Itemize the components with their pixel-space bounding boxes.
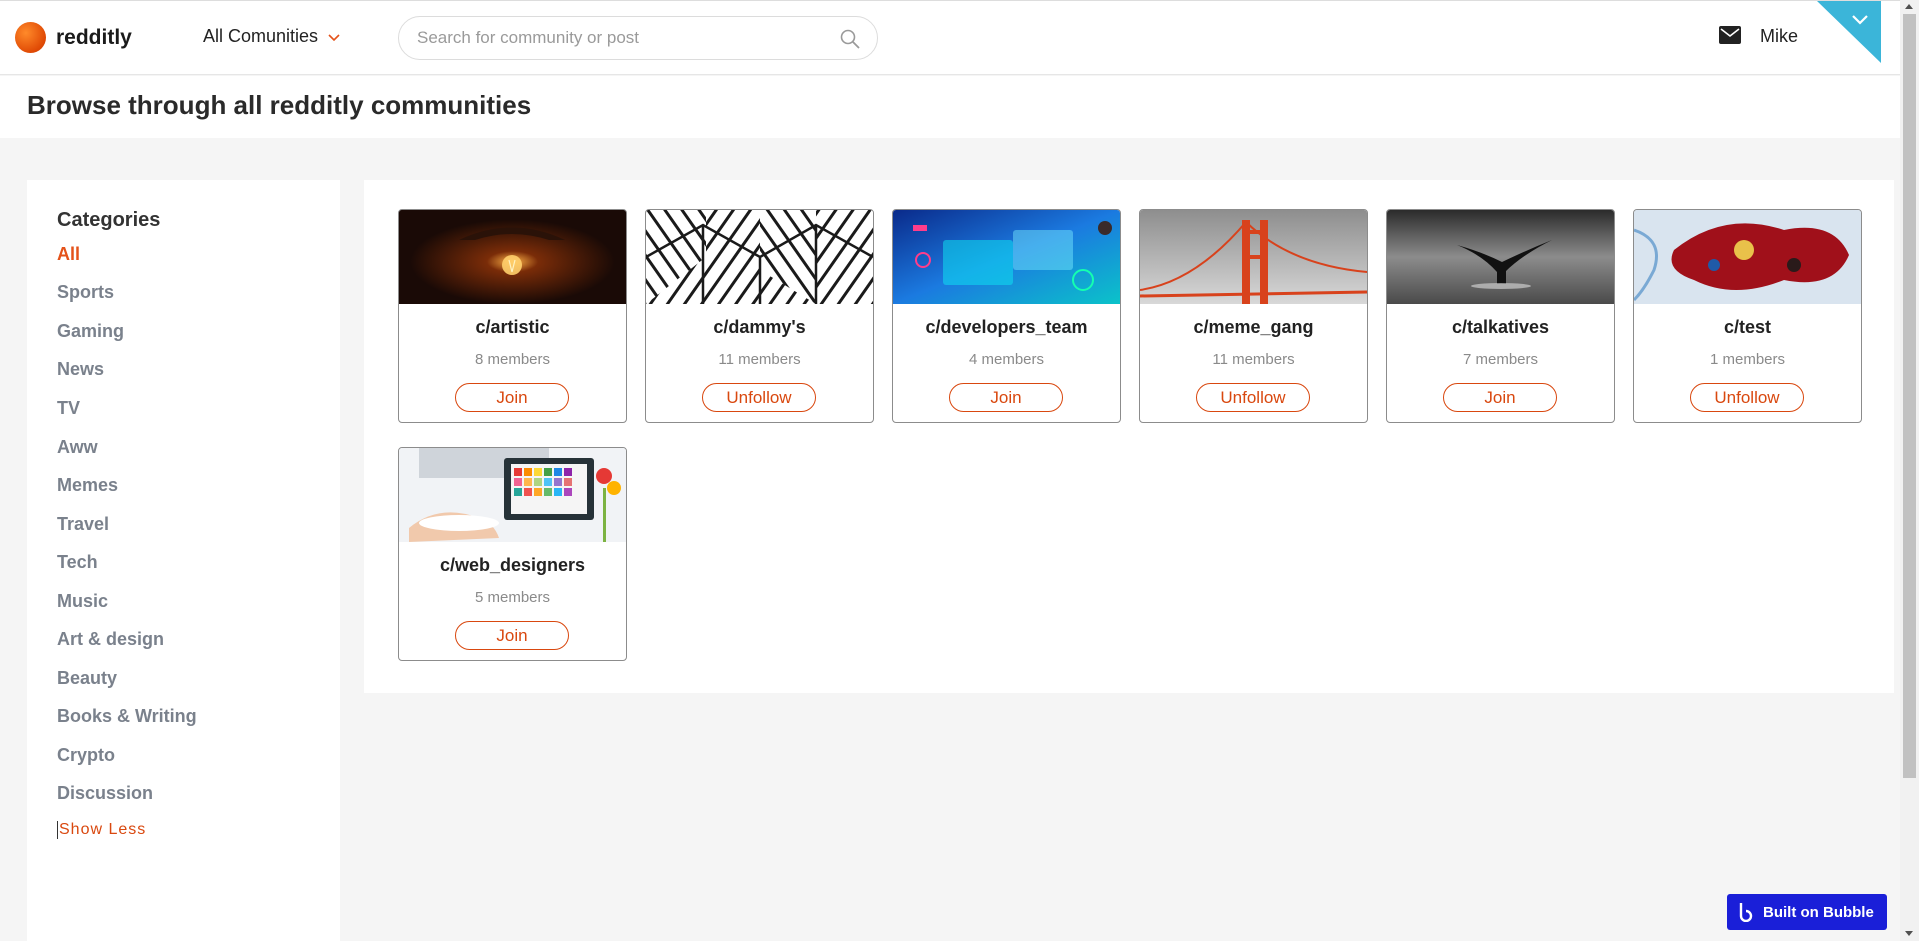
page-header: Browse through all redditly communities — [0, 76, 1900, 138]
bubble-logo-icon — [1739, 903, 1753, 922]
member-count: 4 members — [968, 351, 1045, 368]
category-music[interactable]: Music — [57, 591, 108, 612]
logo-icon — [15, 22, 46, 53]
communities-grid: c/artistic 8 members Join c/dammy's 11 m… — [364, 180, 1894, 693]
top-navbar: redditly All Comunities Mike — [0, 0, 1900, 75]
community-image — [1387, 210, 1614, 304]
scroll-down-icon[interactable] — [1905, 931, 1913, 936]
community-image — [1140, 210, 1367, 304]
join-button[interactable]: Join — [455, 621, 569, 650]
chevron-down-icon — [328, 33, 340, 41]
search-icon[interactable] — [839, 28, 861, 50]
category-all[interactable]: All — [57, 244, 80, 265]
mail-icon[interactable] — [1719, 26, 1741, 44]
member-count: 8 members — [474, 351, 551, 368]
badge-label: Built on Bubble — [1763, 903, 1874, 921]
scroll-up-icon[interactable] — [1905, 4, 1913, 9]
scrollbar-thumb[interactable] — [1903, 14, 1916, 778]
member-count: 5 members — [474, 589, 551, 606]
community-card[interactable]: c/test 1 members Unfollow — [1633, 209, 1862, 423]
category-discussion[interactable]: Discussion — [57, 783, 153, 804]
community-image — [399, 448, 626, 542]
community-name[interactable]: c/developers_team — [893, 317, 1120, 338]
categories-sidebar: Categories All Sports Gaming News TV Aww… — [27, 180, 340, 941]
community-card[interactable]: c/dammy's 11 members Unfollow — [645, 209, 874, 423]
unfollow-button[interactable]: Unfollow — [702, 383, 816, 412]
built-on-bubble-badge[interactable]: Built on Bubble — [1727, 894, 1887, 930]
user-name[interactable]: Mike — [1760, 26, 1798, 47]
logo[interactable]: redditly — [15, 22, 132, 53]
category-news[interactable]: News — [57, 359, 104, 380]
category-memes[interactable]: Memes — [57, 475, 118, 496]
category-tech[interactable]: Tech — [57, 552, 98, 573]
join-button[interactable]: Join — [949, 383, 1063, 412]
community-image — [893, 210, 1120, 304]
member-count: 1 members — [1709, 351, 1786, 368]
community-image — [399, 210, 626, 304]
search-box — [398, 16, 878, 60]
community-card[interactable]: c/developers_team 4 members Join — [892, 209, 1121, 423]
search-input[interactable] — [399, 17, 819, 59]
unfollow-button[interactable]: Unfollow — [1196, 383, 1310, 412]
category-beauty[interactable]: Beauty — [57, 668, 117, 689]
community-name[interactable]: c/test — [1634, 317, 1861, 338]
join-button[interactable]: Join — [455, 383, 569, 412]
unfollow-button[interactable]: Unfollow — [1690, 383, 1804, 412]
community-name[interactable]: c/web_designers — [399, 555, 626, 576]
category-travel[interactable]: Travel — [57, 514, 109, 535]
community-name[interactable]: c/talkatives — [1387, 317, 1614, 338]
community-card[interactable]: c/web_designers 5 members Join — [398, 447, 627, 661]
logo-text: redditly — [56, 25, 132, 49]
member-count: 11 members — [718, 351, 801, 368]
community-name[interactable]: c/artistic — [399, 317, 626, 338]
category-crypto[interactable]: Crypto — [57, 745, 115, 766]
communities-dropdown[interactable]: All Comunities — [203, 26, 342, 47]
member-count: 11 members — [1212, 351, 1295, 368]
page-title: Browse through all redditly communities — [27, 90, 532, 120]
community-card[interactable]: c/talkatives 7 members Join — [1386, 209, 1615, 423]
category-gaming[interactable]: Gaming — [57, 321, 124, 342]
corner-menu-toggle[interactable] — [1817, 1, 1881, 63]
community-name[interactable]: c/meme_gang — [1140, 317, 1367, 338]
community-card[interactable]: c/artistic 8 members Join — [398, 209, 627, 423]
member-count: 7 members — [1462, 351, 1539, 368]
category-sports[interactable]: Sports — [57, 282, 114, 303]
community-name[interactable]: c/dammy's — [646, 317, 873, 338]
page-scrollbar[interactable] — [1900, 0, 1919, 941]
community-card[interactable]: c/meme_gang 11 members Unfollow — [1139, 209, 1368, 423]
category-aww[interactable]: Aww — [57, 437, 98, 458]
show-less-link[interactable]: Show Less — [57, 821, 146, 839]
join-button[interactable]: Join — [1443, 383, 1557, 412]
community-image — [646, 210, 873, 304]
communities-label: All Comunities — [203, 26, 319, 46]
category-books-writing[interactable]: Books & Writing — [57, 706, 197, 727]
category-art-design[interactable]: Art & design — [57, 629, 164, 650]
category-tv[interactable]: TV — [57, 398, 80, 419]
categories-title: Categories — [57, 209, 161, 231]
community-image — [1634, 210, 1861, 304]
